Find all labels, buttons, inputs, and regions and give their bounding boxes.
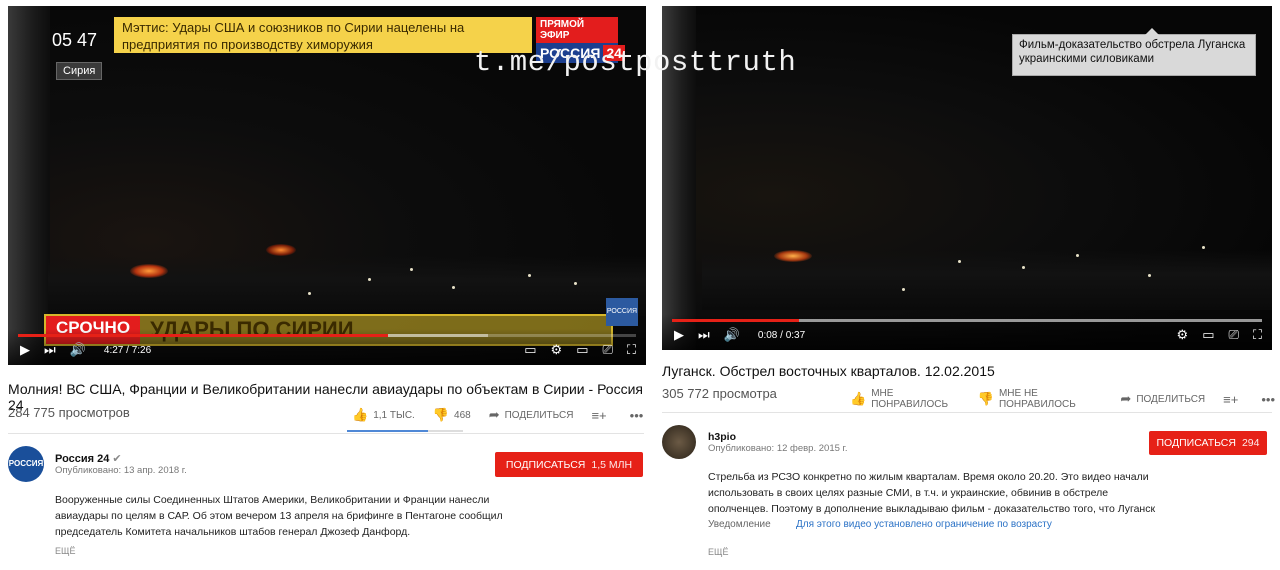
dislike-button[interactable]: 👎 МНЕ НЕ ПОНРАВИЛОСЬ: [978, 388, 1103, 410]
left-video-page: 05 47 Сирия Мэттис: Удары США и союзнико…: [0, 0, 652, 570]
right-video-page: Фильм-доказательство обстрела Луганска у…: [652, 0, 1280, 570]
news-ticker: Мэттис: Удары США и союзников по Сирии н…: [114, 17, 532, 53]
add-to-playlist-button[interactable]: ≡+: [1223, 392, 1243, 407]
share-button[interactable]: ➦ ПОДЕЛИТЬСЯ: [1120, 391, 1205, 407]
playlist-add-icon: ≡+: [1223, 391, 1239, 407]
theater-mode-icon[interactable]: ▭: [576, 343, 588, 357]
like-button[interactable]: 👍 МНЕ ПОНРАВИЛОСЬ: [850, 388, 960, 410]
more-actions-button[interactable]: •••: [630, 408, 649, 423]
player-controls: ▶ ⏭ 🔊 4:27 / 7:26 ▭ ⚙ ▭ ⎚ ⛶: [8, 329, 646, 365]
more-actions-button[interactable]: •••: [1261, 392, 1280, 407]
thumbs-down-icon: 👎: [977, 391, 994, 406]
age-restriction-link[interactable]: Для этого видео установлено ограничение …: [796, 519, 1052, 530]
time-display: 4:27 / 7:26: [103, 344, 152, 356]
watermark: t.me/postposttruth: [474, 46, 797, 79]
view-count: 305 772 просмотра: [662, 386, 777, 401]
live-label: ПРЯМОЙ ЭФИР: [536, 17, 618, 43]
progress-fill: [672, 319, 800, 322]
settings-icon[interactable]: ⚙: [551, 343, 563, 357]
playlist-add-icon: ≡+: [591, 407, 607, 423]
city-light: [902, 288, 905, 291]
channel-name[interactable]: h3pio: [708, 431, 736, 443]
like-button[interactable]: 👍 1,1 ТЫС.: [352, 407, 415, 423]
volume-icon[interactable]: 🔊: [724, 328, 740, 342]
city-light: [574, 282, 577, 285]
fullscreen-icon[interactable]: ⛶: [1253, 328, 1262, 342]
thumbs-up-icon: 👍: [352, 407, 369, 422]
share-icon: ➦: [488, 407, 500, 422]
location-tag: Сирия: [56, 62, 103, 80]
channel-name[interactable]: Россия 24 ✔: [55, 452, 122, 465]
progress-bar[interactable]: [18, 334, 636, 337]
thumbs-up-icon: 👍: [850, 391, 867, 406]
share-icon: ➦: [1120, 391, 1132, 406]
city-light: [452, 286, 455, 289]
publish-date: Опубликовано: 13 апр. 2018 г.: [55, 465, 187, 476]
cast-icon[interactable]: ⎚: [602, 343, 612, 357]
play-icon[interactable]: ▶: [20, 343, 30, 357]
more-icon: •••: [629, 407, 644, 423]
channel-avatar[interactable]: [662, 425, 696, 459]
city-light: [1076, 254, 1079, 257]
play-icon[interactable]: ▶: [674, 328, 684, 342]
show-more-link[interactable]: ЕЩЁ: [708, 547, 728, 557]
verified-icon: ✔: [112, 453, 122, 465]
notice-label: Уведомление: [708, 519, 771, 530]
divider: [8, 433, 644, 434]
city-light: [1148, 274, 1151, 277]
city-light: [410, 268, 413, 271]
city-light: [368, 278, 371, 281]
thumbs-down-icon: 👎: [432, 407, 450, 422]
subtitles-icon[interactable]: ▭: [524, 343, 536, 357]
explosion-glow: [266, 244, 296, 256]
city-light: [958, 260, 961, 263]
video-annotation[interactable]: Фильм-доказательство обстрела Луганска у…: [1012, 28, 1256, 76]
channel-corner-logo: РОССИЯ: [606, 298, 638, 326]
settings-hd-icon[interactable]: ⚙: [1177, 328, 1189, 342]
city-light: [1202, 246, 1205, 249]
progress-bar[interactable]: [672, 319, 1262, 322]
theater-mode-icon[interactable]: ▭: [1202, 328, 1214, 342]
view-count: 284 775 просмотров: [8, 405, 130, 420]
subscribe-button[interactable]: ПОДПИСАТЬСЯ 294: [1149, 431, 1267, 455]
explosion-glow: [774, 250, 812, 262]
video-title: Луганск. Обстрел восточных кварталов. 12…: [662, 363, 995, 379]
notice-row: Уведомление Для этого видео установлено …: [708, 519, 1052, 530]
show-more-link[interactable]: ЕЩЁ: [55, 546, 75, 556]
dislike-button[interactable]: 👎 468: [433, 407, 471, 423]
video-actions: 👍 МНЕ ПОНРАВИЛОСЬ 👎 МНЕ НЕ ПОНРАВИЛОСЬ ➦ ПО…: [850, 388, 1280, 410]
video-description: Стрельба из РСЗО конкретно по жилым квар…: [708, 471, 1156, 515]
cast-icon[interactable]: ⎚: [1228, 328, 1238, 342]
add-to-playlist-button[interactable]: ≡+: [591, 408, 611, 423]
progress-fill: [18, 334, 388, 337]
city-light: [528, 274, 531, 277]
city-light: [308, 292, 311, 295]
video-description: Вооруженные силы Соединенных Штатов Амер…: [55, 494, 503, 538]
divider: [662, 412, 1272, 413]
window-frame: [8, 6, 50, 365]
publish-date: Опубликовано: 12 февр. 2015 г.: [708, 443, 848, 454]
sentiment-bar: [347, 430, 463, 432]
city-light: [1022, 266, 1025, 269]
next-icon[interactable]: ⏭: [44, 343, 56, 357]
more-icon: •••: [1261, 391, 1275, 407]
subscribe-button[interactable]: ПОДПИСАТЬСЯ 1,5 МЛН: [495, 452, 643, 477]
video-actions: 👍 1,1 ТЫС. 👎 468 ➦ ПОДЕЛИТЬСЯ ≡+ •••: [352, 407, 648, 423]
time-display: 0:08 / 0:37: [757, 329, 806, 341]
broadcast-clock: 05 47: [52, 30, 98, 50]
channel-avatar[interactable]: РОССИЯ: [8, 446, 44, 482]
sentiment-likes: [347, 430, 429, 432]
explosion-glow: [130, 264, 168, 278]
player-controls: ▶ ⏭ 🔊 0:08 / 0:37 ⚙ ▭ ⎚ ⛶: [662, 314, 1272, 350]
share-button[interactable]: ➦ ПОДЕЛИТЬСЯ: [489, 407, 574, 423]
next-icon[interactable]: ⏭: [698, 328, 710, 342]
fullscreen-icon[interactable]: ⛶: [627, 343, 636, 357]
volume-icon[interactable]: 🔊: [70, 343, 86, 357]
